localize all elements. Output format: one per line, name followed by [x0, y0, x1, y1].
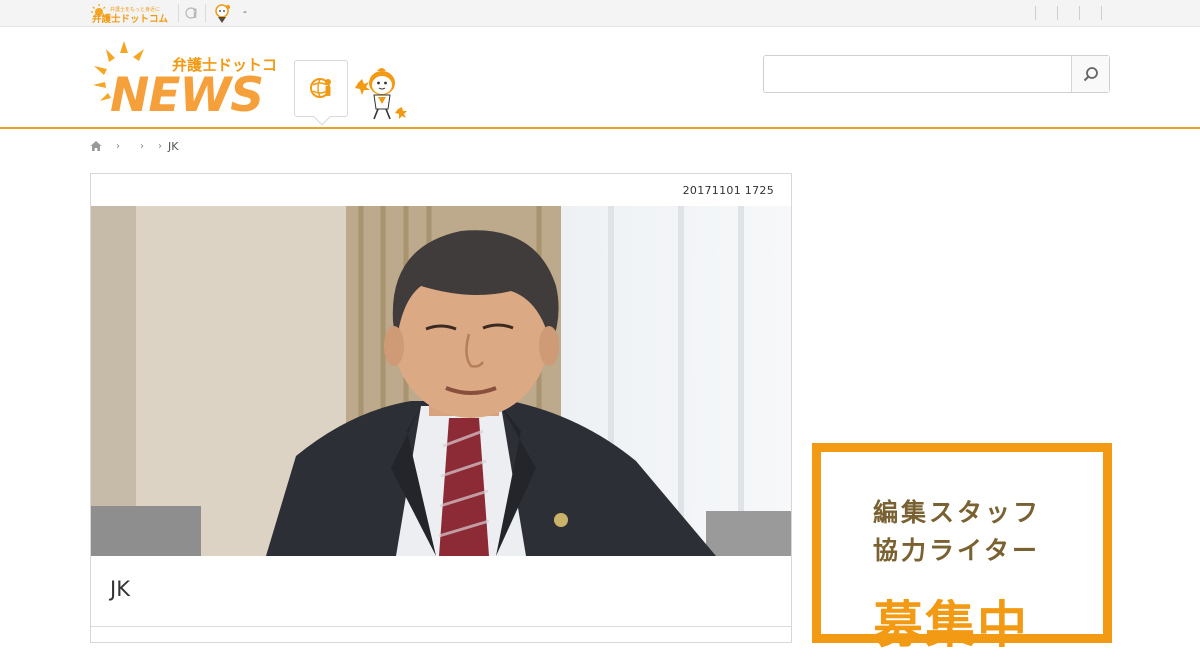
- topbar-divider: [178, 4, 179, 22]
- site-search: [763, 55, 1110, 93]
- small-logo-tagline: 弁護士をもっと身近に: [110, 6, 160, 13]
- search-input[interactable]: [764, 56, 1072, 92]
- logo-news-word: NEWS: [110, 68, 263, 117]
- bengo4-news-logo[interactable]: 弁護士ドットコム NEWS: [90, 39, 275, 117]
- banner-line-recruiting: 募集中: [873, 596, 1029, 654]
- topbar-divider: [205, 4, 206, 22]
- article-date: 20171101 1725: [682, 184, 774, 197]
- mascot-character: [355, 68, 407, 120]
- article-card: 20171101 1725 JK: [90, 173, 792, 643]
- topbar-link-separator: [1057, 6, 1058, 20]
- site-header: 弁護士ドットコム NEWS: [0, 27, 1200, 129]
- article-divider: [91, 626, 791, 627]
- banner-line-writers: 協力ライター: [873, 536, 1041, 565]
- topbar-link-separator: [1035, 6, 1036, 20]
- global-nav-button[interactable]: [294, 60, 348, 126]
- mascot-mini-icon[interactable]: [212, 3, 232, 25]
- search-button[interactable]: [1071, 56, 1109, 92]
- breadcrumb-separator: ›: [116, 140, 120, 152]
- bengo4-small-logo[interactable]: 弁護士をもっと身近に 弁護士ドットコム: [90, 3, 170, 24]
- dropdown-caret: [313, 108, 331, 126]
- globe-person-icon: [310, 78, 331, 98]
- breadcrumb-separator: ›: [158, 140, 162, 152]
- breadcrumb-current: JK: [168, 139, 179, 153]
- banner-line-editorial-staff: 編集スタッフ: [873, 498, 1042, 527]
- top-utility-bar: 弁護士をもっと身近に 弁護士ドットコム -: [0, 0, 1200, 27]
- breadcrumb: › › › JK: [90, 138, 178, 154]
- topbar-link-separator: [1101, 6, 1102, 20]
- article-photo: [91, 206, 791, 556]
- globe-person-icon[interactable]: [185, 6, 199, 20]
- article-title: JK: [110, 577, 130, 601]
- search-icon: [1083, 67, 1098, 82]
- topbar-dash: -: [243, 5, 247, 18]
- topbar-link-separator: [1079, 6, 1080, 20]
- recruitment-banner[interactable]: 編集スタッフ 協力ライター 募集中: [812, 443, 1112, 654]
- home-icon[interactable]: [90, 140, 102, 152]
- small-logo-text: 弁護士ドットコム: [92, 13, 169, 24]
- breadcrumb-separator: ›: [140, 140, 144, 152]
